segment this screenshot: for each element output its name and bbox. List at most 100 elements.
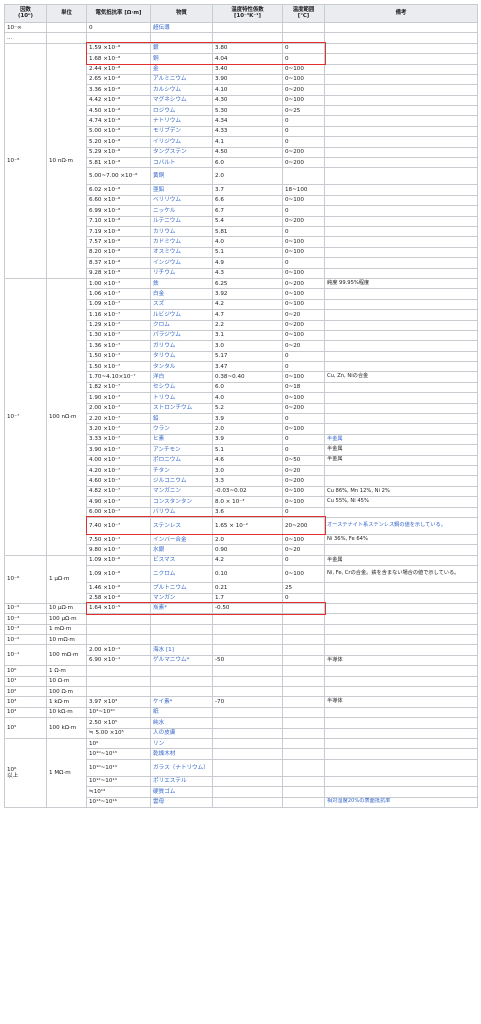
material-cell[interactable]: ポロニウム (150, 454, 213, 467)
material-link[interactable]: ビスマス (153, 557, 175, 563)
material-link[interactable]: カルシウム (153, 87, 181, 93)
material-cell[interactable]: タリウム (150, 350, 213, 363)
material-link[interactable]: スズ (153, 301, 164, 307)
material-cell[interactable]: バリウム (150, 506, 213, 518)
material-cell[interactable]: ジルコニウム (150, 475, 213, 487)
material-link[interactable]: 鉄 (153, 281, 159, 287)
material-cell[interactable]: クロム (150, 319, 213, 331)
material-cell[interactable]: 純水 (150, 717, 213, 729)
material-cell[interactable]: オスミウム (150, 246, 213, 259)
material-link[interactable]: イリジウム (153, 139, 181, 145)
material-cell[interactable]: ロジウム (150, 105, 213, 117)
material-link[interactable]: ウラン (153, 426, 170, 432)
material-cell[interactable]: アンチモン (150, 444, 213, 456)
material-link[interactable]: インバー合金 (153, 537, 187, 543)
material-cell[interactable]: リチウム (150, 267, 213, 279)
material-link[interactable]: 金 (153, 66, 159, 72)
material-link[interactable]: カドミウム (153, 239, 181, 245)
material-cell[interactable]: ヒ素 (150, 433, 213, 446)
note-cell[interactable]: 半金属 (324, 433, 478, 446)
material-link[interactable]: ヒ素 (153, 436, 164, 442)
material-link[interactable]: ストロンチウム (153, 405, 192, 411)
note-text[interactable]: 半金属 (327, 436, 343, 442)
material-cell[interactable]: プルトニウム (150, 582, 213, 594)
material-cell[interactable]: 乾燥木材 (150, 748, 213, 760)
material-cell[interactable]: アルミニウム (150, 73, 213, 86)
material-cell[interactable]: コンスタンタン (150, 496, 213, 508)
material-link[interactable]: ニクロム (153, 571, 175, 577)
material-cell[interactable]: モリブデン (150, 125, 213, 138)
material-link[interactable]: タリウム (153, 353, 175, 359)
material-link[interactable]: マンガン (153, 595, 175, 601)
note-cell[interactable]: オーステナイト系ステンレス鋼の値を示している。 (324, 516, 478, 535)
note-text[interactable]: オーステナイト系ステンレス鋼の値を示している。 (327, 522, 446, 528)
material-link[interactable]: アンチモン (153, 447, 181, 453)
material-cell[interactable]: ルビジウム (150, 309, 213, 321)
material-link[interactable]: コンスタンタン (153, 499, 192, 505)
material-cell[interactable]: マンガニン (150, 485, 213, 498)
material-link[interactable]: 亜鉛 (153, 187, 164, 193)
material-link[interactable]: プルトニウム (153, 585, 187, 591)
material-link[interactable]: ガリウム (153, 343, 175, 349)
material-cell[interactable]: 海水 [1] (150, 644, 213, 656)
material-cell[interactable]: 鉄 (150, 277, 213, 290)
material-link[interactable]: ナトリウム (153, 118, 181, 124)
material-link[interactable]: ロジウム (153, 108, 175, 114)
material-link[interactable]: リチウム (153, 270, 175, 276)
material-link[interactable]: ガラス（ナトリウム） (153, 765, 209, 771)
material-cell[interactable]: ケイ素* (150, 696, 213, 708)
material-link[interactable]: ポリエステル (153, 778, 187, 784)
material-link[interactable]: モリブデン (153, 128, 181, 134)
material-cell[interactable]: ルテニウム (150, 215, 213, 228)
material-cell[interactable]: リン (150, 737, 213, 750)
material-cell[interactable]: タングステン (150, 146, 213, 159)
material-cell[interactable]: 鉛 (150, 413, 213, 425)
material-link[interactable]: タンタル (153, 364, 175, 370)
material-cell[interactable]: 水銀 (150, 544, 213, 556)
material-link[interactable]: コバルト (153, 160, 175, 166)
material-cell[interactable]: 金 (150, 63, 213, 75)
material-link[interactable]: カリウム (153, 229, 175, 235)
material-cell[interactable]: 硬質ゴム (150, 786, 213, 798)
material-cell[interactable]: ニッケル (150, 205, 213, 217)
material-link[interactable]: トリウム (153, 395, 175, 401)
material-link[interactable]: リン (153, 741, 164, 747)
material-cell[interactable]: 人の皮膚 (150, 727, 213, 739)
material-link[interactable]: 雲母 (153, 799, 164, 805)
material-link[interactable]: 鉛 (153, 416, 159, 422)
material-link[interactable]: ベリリウム (153, 197, 181, 203)
material-link[interactable]: 人の皮膚 (153, 730, 175, 736)
material-cell[interactable]: ストロンチウム (150, 402, 213, 415)
material-cell[interactable]: ニクロム (150, 565, 213, 584)
material-link[interactable]: ポロニウム (153, 457, 181, 463)
material-link[interactable]: 炭素* (153, 605, 167, 611)
material-cell[interactable]: カドミウム (150, 236, 213, 248)
material-cell[interactable]: タンタル (150, 361, 213, 373)
material-cell[interactable]: カリウム (150, 225, 213, 238)
material-link[interactable]: バリウム (153, 509, 175, 515)
material-link[interactable]: 純水 (153, 720, 164, 726)
material-cell[interactable]: イリジウム (150, 136, 213, 148)
material-cell[interactable]: コバルト (150, 157, 213, 169)
material-cell[interactable]: インジウム (150, 257, 213, 269)
material-cell[interactable]: ビスマス (150, 554, 213, 567)
material-cell[interactable]: カルシウム (150, 84, 213, 96)
material-link[interactable]: 銅 (153, 56, 159, 62)
material-link[interactable]: パラジウム (153, 332, 181, 338)
material-link[interactable]: マグネシウム (153, 97, 187, 103)
material-link[interactable]: クロム (153, 322, 170, 328)
material-cell[interactable]: ガリウム (150, 340, 213, 352)
material-cell[interactable]: マグネシウム (150, 94, 213, 107)
material-cell[interactable]: パラジウム (150, 329, 213, 342)
material-cell[interactable]: インバー合金 (150, 533, 213, 546)
material-link[interactable]: マンガニン (153, 488, 181, 494)
material-cell[interactable]: ゲルマニウム* (150, 654, 213, 667)
material-link[interactable]: ジルコニウム (153, 478, 186, 484)
material-cell[interactable]: チタン (150, 464, 213, 477)
material-cell[interactable]: 黄銅 (150, 167, 213, 186)
material-link[interactable]: ルビジウム (153, 312, 181, 318)
material-cell[interactable]: 白金 (150, 288, 213, 300)
note-cell[interactable]: 相対湿度20%の表面抵抗率 (324, 796, 478, 808)
material-cell[interactable]: 銅 (150, 53, 213, 65)
material-cell[interactable]: ウラン (150, 423, 213, 435)
